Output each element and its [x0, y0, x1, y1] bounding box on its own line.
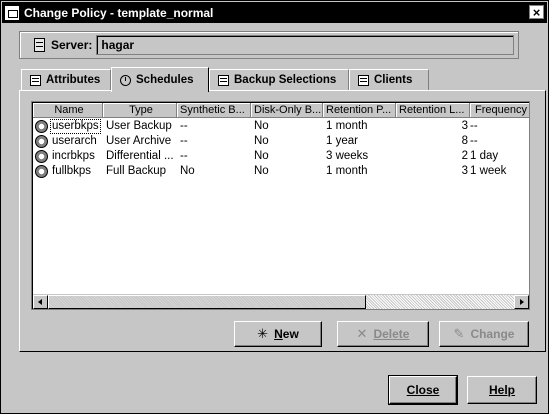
close-button[interactable]: Close: [388, 375, 458, 405]
frequency-cell: --: [470, 120, 478, 132]
table-row[interactable]: userarch User Archive -- No 1 year 8 --: [33, 134, 529, 149]
server-group: Server: hagar: [19, 31, 519, 59]
table-row[interactable]: incrbkps Differential ... -- No 3 weeks …: [33, 149, 529, 164]
retention-period-cell: 1 month: [326, 165, 368, 177]
retention-period-cell: 3 weeks: [326, 150, 369, 162]
frequency-cell: --: [470, 135, 478, 147]
name-cell: incrbkps: [33, 149, 103, 164]
column-header-frequency[interactable]: Frequency: [470, 103, 529, 118]
server-label: Server:: [51, 38, 93, 52]
change-policy-dialog: Change Policy - template_normal × Server…: [0, 0, 549, 414]
frequency-cell: 1 day: [470, 150, 499, 162]
server-icon: [34, 38, 45, 52]
tab-label: Schedules: [136, 74, 194, 86]
help-button[interactable]: Help: [467, 376, 537, 404]
schedule-name: fullbkps: [52, 165, 91, 177]
column-header-retention-period[interactable]: Retention P...: [323, 103, 396, 118]
table-row[interactable]: fullbkps Full Backup No No 1 month 3 1 w…: [33, 164, 529, 179]
new-button[interactable]: ✳ New: [234, 321, 322, 347]
tab-label: Backup Selections: [234, 74, 337, 86]
change-button[interactable]: ✎ Change: [439, 321, 529, 347]
column-header-retention-level[interactable]: Retention L...: [396, 103, 470, 118]
new-mnemonic: N: [274, 327, 283, 341]
change-label: Change: [470, 327, 515, 341]
window-title: Change Policy - template_normal: [24, 5, 214, 20]
schedule-icon: [35, 150, 48, 163]
delete-button[interactable]: ✕ Delete: [337, 321, 429, 347]
frequency-cell: 1 week: [470, 165, 507, 177]
table-body: userbkps User Backup -- No 1 month 3 -- …: [33, 119, 529, 179]
window-icon: [5, 5, 19, 20]
tab-backup-selections[interactable]: Backup Selections: [209, 69, 349, 90]
type-cell: User Archive: [106, 135, 172, 147]
new-label: New: [274, 327, 299, 341]
files-icon: [218, 74, 229, 86]
schedule-icon: [35, 135, 48, 148]
column-header-synthetic[interactable]: Synthetic B...: [177, 103, 251, 118]
tab-schedules[interactable]: Schedules: [111, 67, 209, 92]
scrollbar-thumb[interactable]: [48, 295, 366, 309]
scroll-left-icon[interactable]: [33, 295, 48, 309]
type-cell: User Backup: [106, 120, 172, 132]
retention-level-cell: 8: [461, 135, 468, 147]
synthetic-cell: --: [180, 150, 188, 162]
horizontal-scrollbar[interactable]: [33, 294, 529, 309]
x-icon: ✕: [356, 326, 368, 341]
retention-level-cell: 3: [461, 120, 468, 132]
tab-label: Clients: [374, 74, 413, 86]
server-field: hagar: [96, 35, 515, 55]
close-label: Close: [406, 383, 440, 397]
tab-label: Attributes: [46, 74, 101, 86]
disk-only-cell: No: [254, 165, 269, 177]
close-icon[interactable]: ×: [529, 5, 544, 19]
schedule-icon: [35, 120, 48, 133]
list-icon: [30, 74, 41, 86]
disk-only-cell: No: [254, 150, 269, 162]
name-cell: fullbkps: [33, 164, 103, 179]
sparkle-icon: ✳: [257, 326, 269, 341]
schedule-name: incrbkps: [52, 150, 95, 162]
synthetic-cell: --: [180, 135, 188, 147]
pencil-icon: ✎: [453, 326, 465, 341]
retention-level-cell: 2: [461, 150, 468, 162]
column-header-disk-only[interactable]: Disk-Only B...: [251, 103, 323, 118]
name-cell: userarch: [33, 134, 103, 149]
delete-label: Delete: [373, 327, 410, 341]
retention-level-cell: 3: [461, 165, 468, 177]
retention-period-cell: 1 month: [326, 120, 368, 132]
schedule-name: userbkps: [50, 119, 101, 134]
schedules-table[interactable]: Name Type Synthetic B... Disk-Only B... …: [31, 101, 530, 310]
column-header-type[interactable]: Type: [103, 103, 177, 118]
name-cell: userbkps: [33, 119, 103, 134]
synthetic-cell: No: [180, 165, 195, 177]
type-cell: Differential ...: [106, 150, 174, 162]
retention-period-cell: 1 year: [326, 135, 358, 147]
synthetic-cell: --: [180, 120, 188, 132]
schedule-icon: [35, 165, 48, 178]
help-label: Help: [488, 383, 515, 397]
table-row[interactable]: userbkps User Backup -- No 1 month 3 --: [33, 119, 529, 134]
computers-icon: [358, 74, 369, 86]
column-header-name[interactable]: Name: [33, 103, 103, 118]
title-bar: Change Policy - template_normal ×: [2, 2, 547, 23]
scroll-right-icon[interactable]: [514, 295, 529, 309]
new-label-rest: ew: [282, 327, 299, 341]
type-cell: Full Backup: [106, 165, 167, 177]
disk-only-cell: No: [254, 120, 269, 132]
clock-icon: [120, 74, 131, 86]
tab-attributes[interactable]: Attributes: [21, 69, 111, 90]
table-header: Name Type Synthetic B... Disk-Only B... …: [33, 103, 529, 118]
schedule-name: userarch: [52, 135, 97, 147]
disk-only-cell: No: [254, 135, 269, 147]
tab-clients[interactable]: Clients: [349, 69, 429, 90]
